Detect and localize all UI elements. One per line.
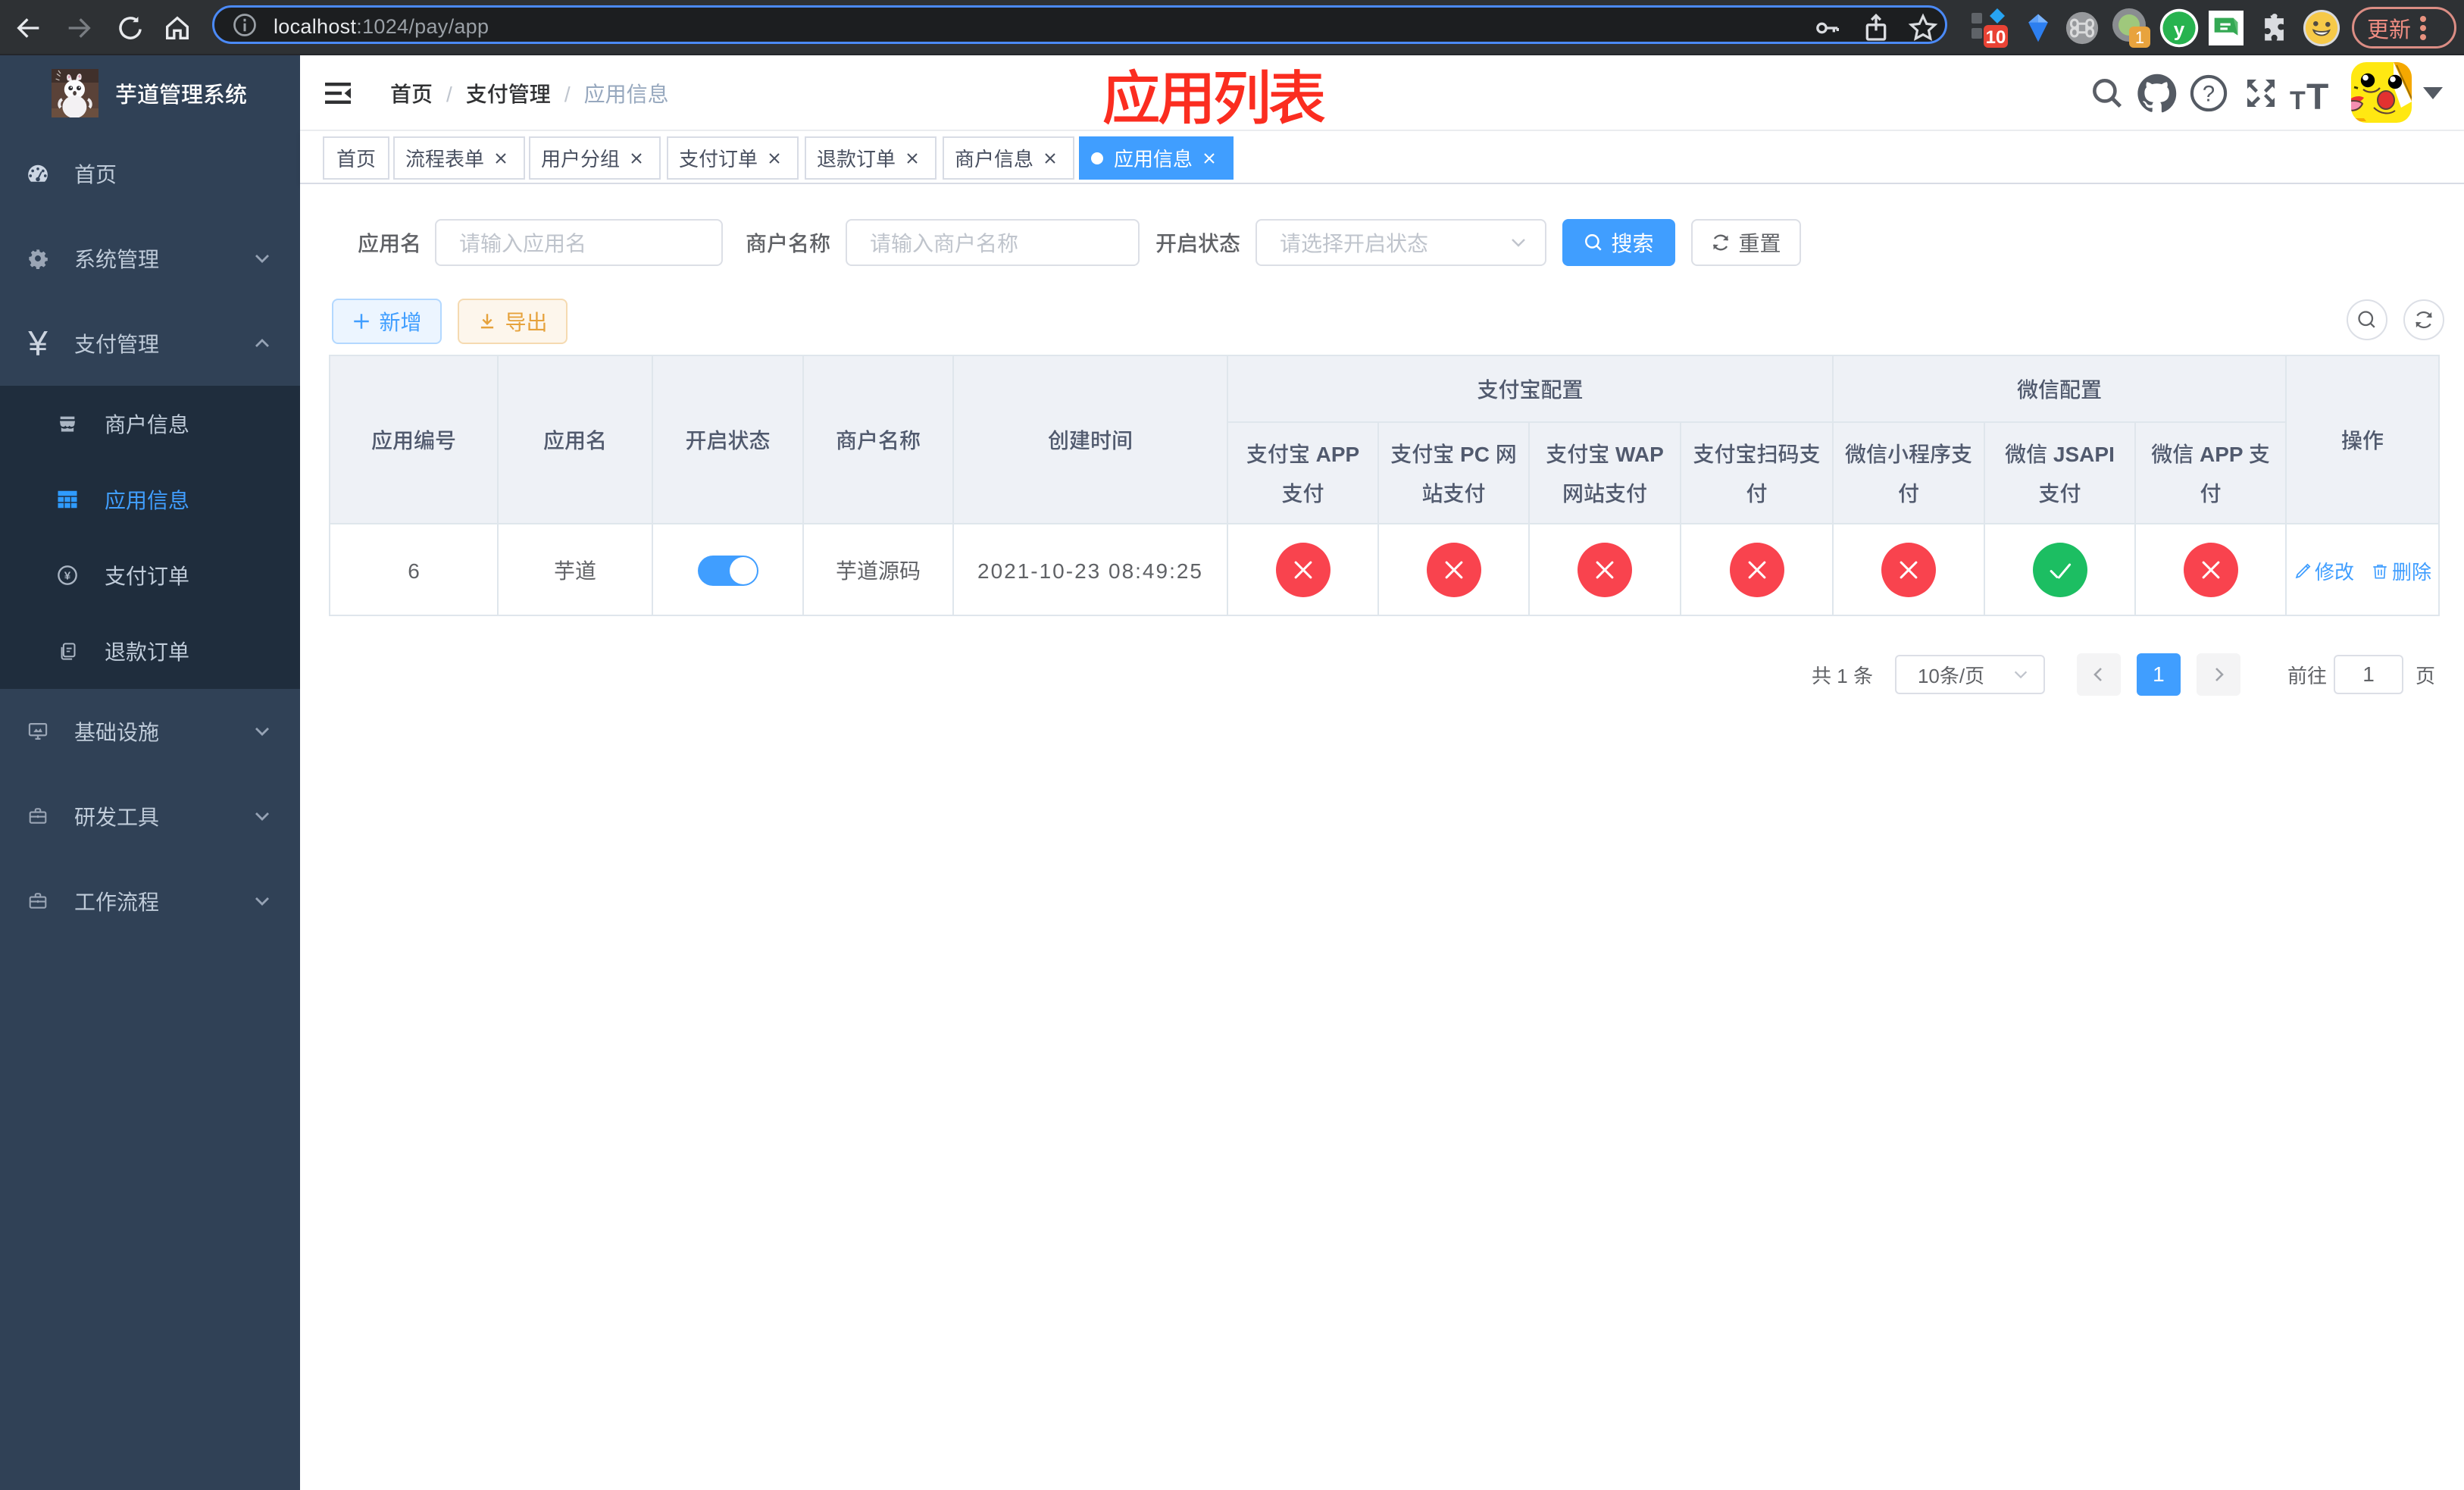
svg-text:10: 10 [1986, 27, 2006, 48]
svg-text:1: 1 [2135, 28, 2144, 47]
svg-text:T: T [2290, 86, 2306, 112]
svg-text:T: T [2306, 77, 2328, 112]
svg-text:y: y [2174, 17, 2185, 40]
svg-text:?: ? [2203, 82, 2215, 106]
svg-text:¥: ¥ [64, 569, 71, 582]
